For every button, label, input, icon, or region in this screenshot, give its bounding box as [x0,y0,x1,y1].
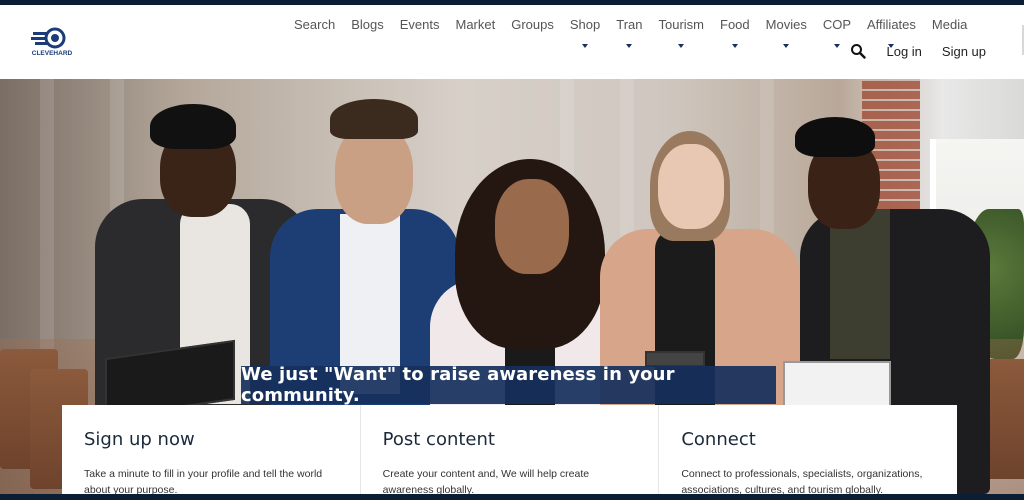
card-text: Connect to professionals, specialists, o… [681,468,923,494]
nav-item-events[interactable]: Events [392,17,448,45]
nav-item-label: Food [720,17,750,32]
feature-card[interactable]: Connect Connect to professionals, special… [659,405,958,494]
site-header: CLEVEHARD Search Blogs Events Market Groups S… [0,5,1024,79]
signup-link[interactable]: Sign up [942,44,986,59]
page: CLEVEHARD Search Blogs Events Market Groups S… [0,5,1024,494]
card-title: Post content [382,429,495,450]
nav-item-media[interactable]: Media [924,17,975,45]
nav-item-food[interactable]: Food [712,17,758,48]
nav-item-affiliates[interactable]: Affiliates [859,17,924,48]
person-head [495,179,569,274]
nav-item-label: Market [455,17,496,32]
nav-item-shop[interactable]: Shop [562,17,608,48]
nav-item-blogs[interactable]: Blogs [343,17,392,45]
card-title: Connect [681,429,756,450]
logo-text: CLEVEHARD [32,50,73,57]
nav-item-label: Movies [765,17,807,32]
nav-item-label: Tourism [658,17,704,32]
caret-down-icon [833,37,840,48]
caret-down-icon [678,37,685,48]
login-link[interactable]: Log in [886,44,921,59]
card-text: Take a minute to fill in your profile an… [84,468,323,494]
feature-card[interactable]: Post content Create your content and, We … [360,405,660,494]
hero-tagline-box: We just "Want" to raise awareness in you… [241,364,776,406]
nav-item-tourism[interactable]: Tourism [650,17,712,48]
person-head [658,144,724,229]
person-hair [150,104,236,149]
hero-tagline: We just "Want" to raise awareness in you… [241,364,675,406]
caret-down-icon [783,37,790,48]
card-title: Sign up now [84,429,195,450]
caret-down-icon [582,37,589,48]
feature-card[interactable]: Sign up now Take a minute to fill in your… [62,405,361,494]
caret-down-icon [731,37,738,48]
nav-item-market[interactable]: Market [447,17,503,45]
nav-item-label: Tran [616,17,643,32]
person-hair [330,99,418,139]
clipboard [783,361,891,411]
nav-item-label: Groups [511,17,554,32]
nav-item-label: Media [931,17,968,32]
card-text: Create your content and, We will help cr… [382,468,590,494]
header-actions: Log in Sign up [850,43,986,59]
feature-cards: Sign up now Take a minute to fill in your… [62,405,958,494]
main-nav: Search Blogs Events Market Groups Shop Tran Tou… [286,17,975,48]
nav-item-tran[interactable]: Tran [608,17,650,48]
nav-item-label: Blogs [351,17,384,32]
person-shirt [830,209,890,359]
search-icon[interactable] [850,43,867,59]
brand-logo[interactable]: CLEVEHARD [27,27,77,57]
nav-item-groups[interactable]: Groups [503,17,562,45]
nav-item-cop[interactable]: COP [815,17,859,48]
nav-item-label: COP [822,17,851,32]
nav-item-label: Events [399,17,440,32]
nav-item-label: Shop [569,17,601,32]
caret-down-icon [626,37,633,48]
person-hair [795,117,875,157]
nav-item-label: Search [294,17,336,32]
nav-item-movies[interactable]: Movies [758,17,815,48]
person-head [335,124,413,224]
nav-item-label: Affiliates [867,17,916,32]
nav-item-search[interactable]: Search [286,17,343,45]
